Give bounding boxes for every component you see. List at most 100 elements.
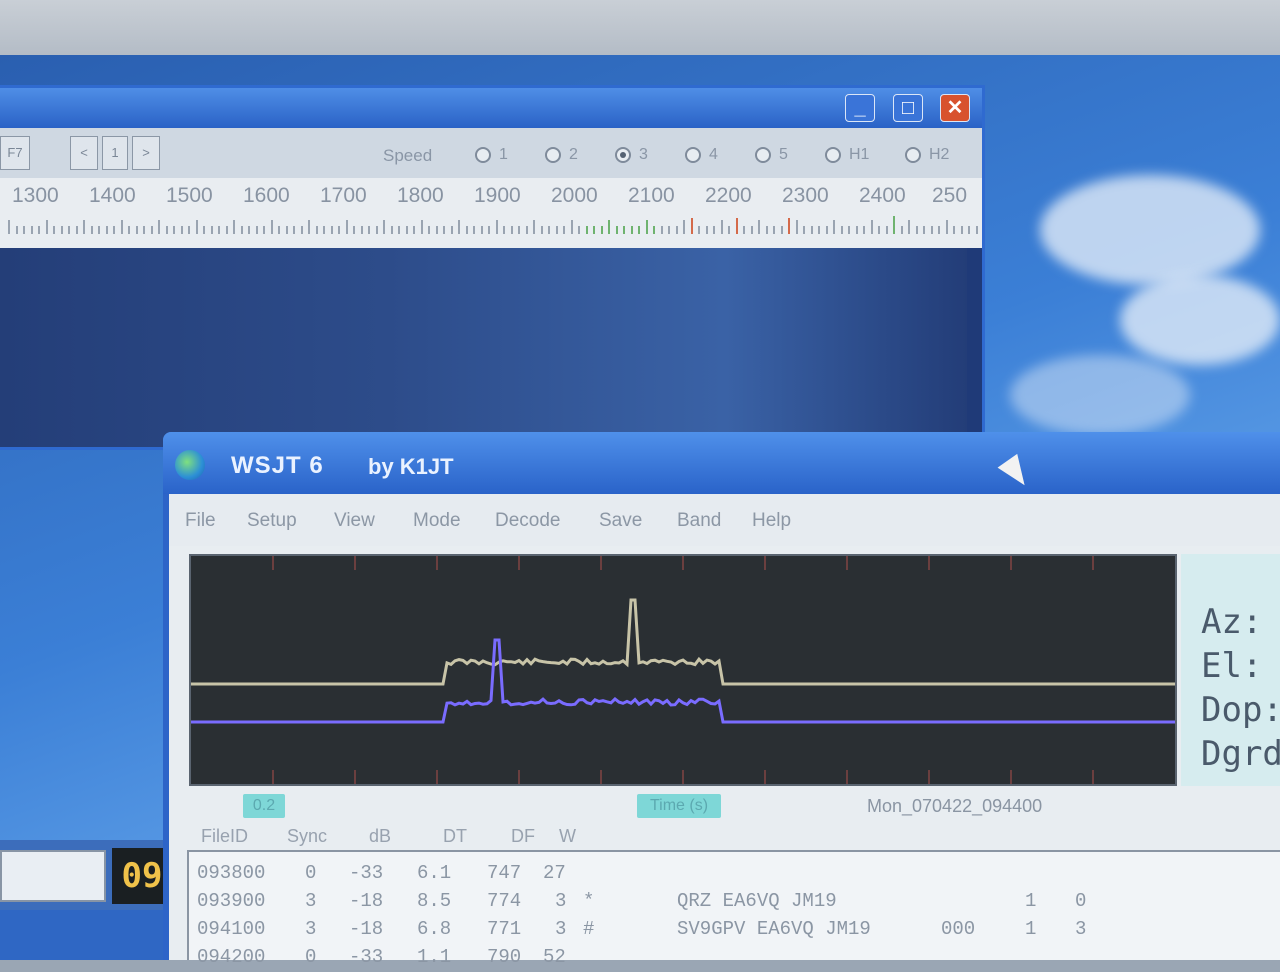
menu-mode[interactable]: Mode <box>413 510 461 532</box>
next-button[interactable]: > <box>132 136 160 170</box>
azimuth-label: Az: <box>1201 602 1263 642</box>
scale-tick <box>938 226 940 234</box>
scale-tick <box>495 220 498 234</box>
radio-dot-selected <box>615 146 631 163</box>
scale-tick <box>788 218 790 234</box>
grey-trace <box>191 598 1175 686</box>
scale-tick <box>293 226 295 234</box>
scale-tick <box>323 226 325 234</box>
scale-tick <box>188 226 190 234</box>
radio-dot <box>475 146 491 163</box>
scale-tick <box>518 226 520 234</box>
scale-tick <box>278 226 280 234</box>
text-field[interactable] <box>0 850 106 902</box>
speed-radio-2[interactable]: 2 <box>545 146 578 164</box>
signal-plot[interactable] <box>189 554 1177 786</box>
radio-dot <box>685 146 701 163</box>
scale-tick <box>608 220 610 234</box>
wsjt-titlebar[interactable]: WSJT 6 by K1JT <box>163 432 1280 494</box>
speed-radio-3[interactable]: 3 <box>615 146 648 164</box>
scale-tick <box>915 226 918 234</box>
radio-dot <box>755 146 771 163</box>
spectrum-titlebar: _ □ ✕ <box>0 88 982 128</box>
freq-label: 1300 <box>12 184 59 207</box>
scale-tick <box>540 226 543 234</box>
scale-tick <box>705 226 708 234</box>
scale-tick <box>570 220 573 234</box>
scale-tick <box>173 226 175 234</box>
menu-save[interactable]: Save <box>599 510 642 532</box>
scale-tick <box>480 226 483 234</box>
radio-dot <box>825 146 841 163</box>
scale-tick <box>143 226 145 234</box>
scale-tick <box>135 226 138 234</box>
scale-tick <box>675 226 678 234</box>
freq-label: 1600 <box>243 184 290 207</box>
scale-tick <box>653 226 655 234</box>
scale-tick <box>548 226 550 234</box>
speed-radio-h2[interactable]: H2 <box>905 146 949 164</box>
elevation-label: El: <box>1201 646 1263 686</box>
scale-tick <box>420 220 423 234</box>
scale-tick <box>533 220 535 234</box>
scale-tick <box>68 226 70 234</box>
freq-label: 2400 <box>859 184 906 207</box>
maximize-button[interactable]: □ <box>893 94 923 122</box>
table-row[interactable]: 094100 3 -18 6.8 771 3 # SV9GPV EA6VQ JM19 000 1 3 <box>189 916 1280 944</box>
scale-tick <box>128 226 130 234</box>
decoded-text-area[interactable]: 093800 0 -33 6.1 747 27 093900 3 -18 8.5 774 3 * QRZ… <box>187 850 1280 968</box>
scale-tick <box>15 226 18 234</box>
scale-tick <box>233 220 235 234</box>
prev-button[interactable]: < <box>70 136 98 170</box>
minimize-button[interactable]: _ <box>845 94 875 122</box>
scale-tick <box>428 226 430 234</box>
scale-tick <box>375 226 378 234</box>
menu-decode[interactable]: Decode <box>495 510 561 532</box>
menu-view[interactable]: View <box>334 510 375 532</box>
scale-tick <box>698 226 700 234</box>
menu-help[interactable]: Help <box>752 510 791 532</box>
scale-tick <box>225 226 228 234</box>
scale-tick <box>38 226 40 234</box>
freq-label: 2100 <box>628 184 675 207</box>
scale-tick <box>945 220 948 234</box>
scale-tick <box>743 226 745 234</box>
waterfall-display[interactable] <box>0 248 967 447</box>
freq-label: 1500 <box>166 184 213 207</box>
scale-tick <box>908 220 910 234</box>
scale-tick <box>390 226 393 234</box>
scale-tick <box>210 226 213 234</box>
speed-radio-h1[interactable]: H1 <box>825 146 869 164</box>
speed-radio-5[interactable]: 5 <box>755 146 788 164</box>
speed-radio-4[interactable]: 4 <box>685 146 718 164</box>
scale-tick <box>255 226 258 234</box>
scale-tick <box>668 226 670 234</box>
freq-label: 1400 <box>89 184 136 207</box>
scale-tick <box>713 226 715 234</box>
scale-tick <box>893 216 895 234</box>
scale-tick <box>330 226 333 234</box>
menu-band[interactable]: Band <box>677 510 721 532</box>
close-button[interactable]: ✕ <box>940 94 970 122</box>
scale-tick <box>735 218 738 234</box>
speed-radio-1[interactable]: 1 <box>475 146 508 164</box>
scale-tick <box>158 220 160 234</box>
scale-tick <box>615 226 618 234</box>
secondary-window-fragment: 09 <box>0 840 172 960</box>
page-button[interactable]: 1 <box>102 136 128 170</box>
menu-file[interactable]: File <box>185 510 216 532</box>
table-row[interactable]: 093900 3 -18 8.5 774 3 * QRZ EA6VQ JM19 1 0 <box>189 888 1280 916</box>
scale-tick <box>270 220 273 234</box>
table-row[interactable]: 094200 0 -33 1.1 790 52 <box>189 944 1280 972</box>
menu-setup[interactable]: Setup <box>247 510 297 532</box>
doppler-label: Dop: <box>1201 690 1280 730</box>
status-row: 0.2 Time (s) Mon_070422_094400 <box>169 788 1280 822</box>
table-row[interactable]: 093800 0 -33 6.1 747 27 <box>189 860 1280 888</box>
scale-tick <box>923 226 925 234</box>
scale-tick <box>443 226 445 234</box>
toolbar-button[interactable]: F7 <box>0 136 30 170</box>
frequency-scale: 1300 1400 1500 1600 1700 1800 1900 2000 … <box>0 178 982 248</box>
column-header: Sync <box>287 826 328 846</box>
scale-tick <box>315 226 318 234</box>
scale-tick <box>585 226 588 234</box>
